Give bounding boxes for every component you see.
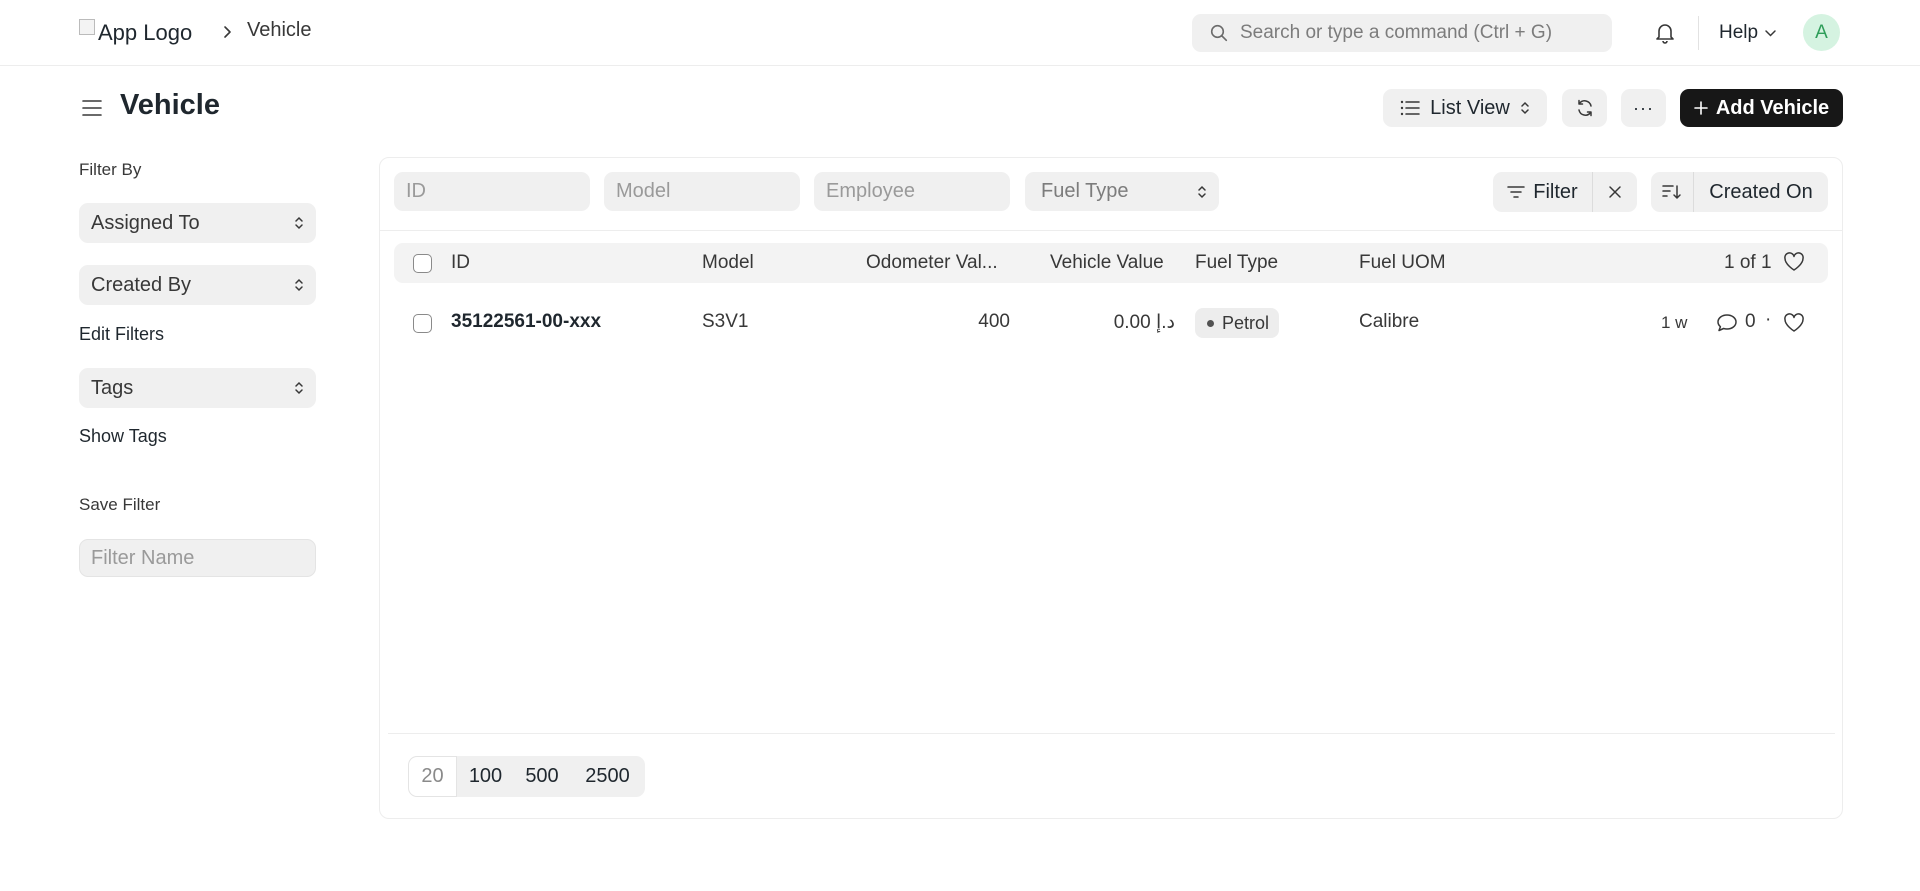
heart-icon[interactable]: [1783, 252, 1805, 272]
search-icon: [1210, 24, 1228, 42]
broken-image-icon: [79, 19, 95, 35]
row-count: 1 of 1: [1724, 252, 1772, 273]
column-header-odometer: Odometer Val...: [866, 252, 998, 273]
app-logo-alt-text: App Logo: [98, 20, 193, 45]
select-arrows-icon: [294, 380, 304, 396]
column-header-vehicle-value: Vehicle Value: [1050, 252, 1164, 273]
assigned-to-select[interactable]: Assigned To: [79, 203, 316, 243]
breadcrumb-vehicle[interactable]: Vehicle: [247, 19, 312, 42]
help-dropdown[interactable]: Help: [1719, 22, 1777, 44]
filter-group: Filter: [1493, 172, 1637, 212]
sort-field-button[interactable]: Created On: [1694, 181, 1828, 204]
chevron-right-icon: [222, 20, 236, 44]
filter-label: Filter: [1533, 180, 1578, 203]
navbar: App Logo Vehicle Search or type a comman…: [0, 0, 1920, 66]
fuel-type-filter-select[interactable]: Fuel Type: [1025, 172, 1219, 211]
card-divider: [380, 230, 1842, 231]
page-size-20[interactable]: 20: [408, 756, 457, 797]
column-header-fuel-type: Fuel Type: [1195, 252, 1279, 273]
add-vehicle-button[interactable]: Add Vehicle: [1680, 89, 1843, 127]
app-logo[interactable]: App Logo: [79, 16, 192, 50]
id-filter-input[interactable]: ID: [394, 172, 590, 211]
column-header-id: ID: [451, 252, 470, 273]
edit-filters-link[interactable]: Edit Filters: [79, 324, 164, 345]
navbar-divider: [1698, 16, 1699, 50]
row-comment-count: 0: [1745, 311, 1756, 332]
status-dot-icon: [1207, 319, 1214, 327]
created-by-label: Created By: [91, 273, 192, 296]
select-all-checkbox[interactable]: [413, 254, 432, 273]
fuel-type-badge: Petrol: [1195, 308, 1280, 338]
row-modified: 1 w: [1661, 313, 1688, 332]
list-icon: [1400, 100, 1420, 116]
page-size-100[interactable]: 100: [457, 756, 514, 797]
select-arrows-icon: [1197, 184, 1207, 200]
plus-icon: [1694, 101, 1708, 115]
search-bar[interactable]: Search or type a command (Ctrl + G): [1192, 14, 1612, 52]
row-checkbox[interactable]: [413, 314, 432, 333]
page-size-500[interactable]: 500: [514, 756, 570, 797]
avatar[interactable]: A: [1803, 14, 1840, 51]
refresh-icon: [1575, 98, 1595, 118]
sort-group: Created On: [1651, 172, 1828, 212]
row-fuel-uom: Calibre: [1359, 311, 1420, 332]
row-separator: ·: [1765, 309, 1772, 330]
fuel-type-badge-label: Petrol: [1222, 312, 1270, 333]
select-arrows-icon: [294, 277, 304, 293]
filter-button[interactable]: Filter: [1493, 172, 1593, 212]
select-arrows-icon: [1520, 100, 1530, 116]
assigned-to-label: Assigned To: [91, 211, 200, 234]
page-size-2500[interactable]: 2500: [570, 756, 645, 797]
row-model: S3V1: [702, 311, 749, 332]
filter-name-input[interactable]: Filter Name: [79, 539, 316, 577]
more-actions-button[interactable]: ···: [1621, 89, 1666, 127]
save-filter-heading: Save Filter: [79, 495, 161, 514]
clear-filter-button[interactable]: [1593, 172, 1637, 212]
tags-select[interactable]: Tags: [79, 368, 316, 408]
help-label: Help: [1719, 22, 1759, 43]
sort-descending-icon: [1662, 184, 1682, 200]
close-icon: [1608, 185, 1622, 199]
row-heart-icon[interactable]: [1783, 313, 1805, 333]
row-odometer: 400: [978, 311, 1010, 332]
refresh-button[interactable]: [1562, 89, 1607, 127]
created-by-select[interactable]: Created By: [79, 265, 316, 305]
page-size-selector: 20 100 500 2500: [408, 756, 645, 797]
filter-by-heading: Filter By: [79, 160, 142, 179]
sidebar-toggle-icon[interactable]: [80, 96, 104, 120]
search-placeholder: Search or type a command (Ctrl + G): [1240, 22, 1553, 43]
row-id[interactable]: 35122561-00-xxx: [451, 311, 601, 333]
select-arrows-icon: [294, 215, 304, 231]
sort-order-button[interactable]: [1651, 172, 1694, 212]
show-tags-link[interactable]: Show Tags: [79, 426, 167, 447]
notification-bell-icon[interactable]: [1652, 20, 1678, 46]
filter-icon: [1507, 185, 1526, 199]
fuel-type-filter-label: Fuel Type: [1041, 180, 1129, 202]
footer-divider: [388, 733, 1835, 734]
comment-icon[interactable]: [1716, 313, 1738, 333]
row-vehicle-value: 0.00 د.إ: [1113, 312, 1175, 333]
add-vehicle-label: Add Vehicle: [1715, 96, 1830, 119]
list-view-label: List View: [1430, 96, 1510, 119]
chevron-down-icon: [1764, 29, 1777, 38]
tags-label: Tags: [91, 376, 134, 399]
employee-filter-input[interactable]: Employee: [814, 172, 1010, 211]
column-header-fuel-uom: Fuel UOM: [1359, 252, 1446, 273]
column-header-model: Model: [702, 252, 754, 273]
model-filter-input[interactable]: Model: [604, 172, 800, 211]
list-view-selector[interactable]: List View: [1383, 89, 1547, 127]
page-title: Vehicle: [120, 89, 220, 121]
